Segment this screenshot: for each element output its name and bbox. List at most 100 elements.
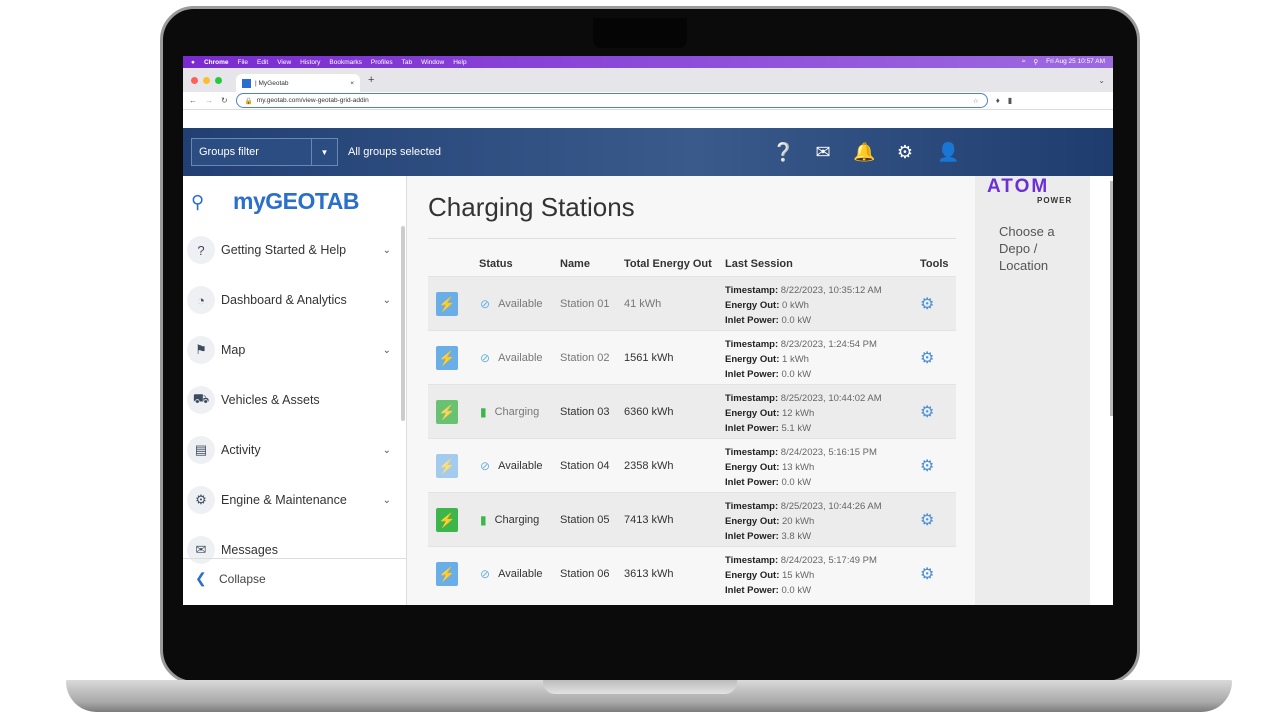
sidebar-item-map[interactable]: ⚑ Map ⌄ — [187, 332, 399, 368]
close-window-button[interactable] — [191, 76, 198, 84]
last-session: Timestamp: 8/25/2023, 10:44:02 AM Energy… — [725, 391, 882, 436]
bell-icon[interactable]: 🔔 — [853, 142, 875, 163]
sidebar-icon[interactable]: ▮ — [1008, 96, 1012, 105]
table-row[interactable]: ⚡ ⊘ Available Station 01 41 kWh Timestamp… — [428, 276, 956, 330]
page-title: Charging Stations — [428, 192, 635, 222]
address-bar-row: ← → ↻ 🔒 my.geotab.com/view-geotab-grid-ad… — [183, 92, 1113, 110]
table-row[interactable]: ⚡ ⊘ Available Station 02 1561 kWh Timesta… — [428, 330, 956, 384]
menu-tab[interactable]: Tab — [402, 59, 412, 66]
inlet-power-label: Inlet Power: — [725, 477, 779, 488]
minimize-window-button[interactable] — [203, 76, 210, 84]
menu-file[interactable]: File — [238, 59, 248, 66]
browser-tab[interactable]: | MyGeotab × — [236, 74, 360, 92]
wifi-icon[interactable]: ≈ — [1022, 58, 1026, 66]
sidebar-item-messages[interactable]: ✉ Messages — [187, 532, 399, 568]
gear-icon[interactable]: ⚙ — [920, 294, 934, 314]
timestamp-label: Timestamp: — [725, 447, 779, 458]
menu-chrome[interactable]: Chrome — [204, 59, 229, 66]
gear-icon[interactable]: ⚙ — [920, 510, 934, 530]
total-energy: 2358 kWh — [624, 460, 674, 472]
pie-chart-icon: ◔ — [187, 286, 215, 314]
menu-bookmarks[interactable]: Bookmarks — [329, 59, 362, 66]
status-text: Charging — [494, 514, 540, 526]
energy-out-value: 20 kWh — [782, 516, 815, 527]
gear-icon[interactable]: ⚙ — [920, 402, 934, 422]
url-input[interactable]: 🔒 my.geotab.com/view-geotab-grid-addin ☆ — [235, 93, 988, 108]
reload-icon[interactable]: ↻ — [221, 96, 228, 105]
table-row[interactable]: ⚡ ⊘ Available Station 06 3613 kWh Timesta… — [428, 546, 956, 600]
search-icon[interactable]: ⚲ — [191, 192, 204, 213]
energy-out-label: Energy Out: — [725, 570, 780, 581]
forward-icon[interactable]: → — [205, 96, 213, 105]
last-session: Timestamp: 8/24/2023, 5:17:49 PM Energy … — [725, 553, 877, 598]
menu-profiles[interactable]: Profiles — [371, 59, 393, 66]
close-tab-icon[interactable]: × — [350, 80, 354, 87]
status-text: Available — [498, 352, 543, 364]
timestamp-value: 8/23/2023, 1:24:54 PM — [780, 339, 877, 350]
menu-view[interactable]: View — [277, 59, 291, 66]
mac-menubar: ● Chrome File Edit View History Bookmarks Prof… — [183, 56, 1113, 68]
chevron-down-icon[interactable]: ⌄ — [383, 495, 391, 506]
menu-history[interactable]: History — [300, 59, 320, 66]
lock-icon: 🔒 — [244, 97, 253, 105]
chevron-down-icon[interactable]: ⌄ — [383, 345, 391, 356]
search-icon[interactable]: ⚲ — [1033, 58, 1038, 66]
page-scrollbar[interactable] — [1110, 181, 1113, 416]
menu-window[interactable]: Window — [421, 59, 444, 66]
sidebar-scrollbar[interactable] — [401, 226, 405, 421]
inlet-power-label: Inlet Power: — [725, 369, 779, 380]
user-icon[interactable]: 👤 — [937, 142, 959, 163]
tab-list-chevron-icon[interactable]: ⌄ — [1098, 76, 1105, 85]
sidebar-item-getting-started-help[interactable]: ? Getting Started & Help ⌄ — [187, 232, 399, 268]
column-header-total-energy: Total Energy Out — [624, 258, 712, 270]
timestamp-label: Timestamp: — [725, 339, 779, 350]
table-row[interactable]: ⚡ ▮ Charging Station 03 6360 kWh Timestam… — [428, 384, 956, 438]
collapse-button[interactable]: Collapse — [219, 572, 266, 586]
menu-edit[interactable]: Edit — [257, 59, 268, 66]
chevron-down-icon[interactable]: ⌄ — [383, 445, 391, 456]
gear-icon[interactable]: ⚙ — [920, 456, 934, 476]
sidebar-item-activity[interactable]: ▤ Activity ⌄ — [187, 432, 399, 468]
timestamp-label: Timestamp: — [725, 501, 779, 512]
station-name: Station 01 — [560, 298, 610, 310]
table-row[interactable]: ⚡ ▮ Charging Station 05 7413 kWh Timestam… — [428, 492, 956, 546]
groups-filter-dropdown[interactable]: Groups filter ▼ — [191, 138, 338, 166]
depo-location-selector[interactable]: Choose a Depo / Location — [999, 223, 1079, 274]
total-energy: 1561 kWh — [624, 352, 674, 364]
chevron-down-icon[interactable]: ⌄ — [383, 295, 391, 306]
maximize-window-button[interactable] — [215, 76, 222, 84]
groups-filter-label: Groups filter — [199, 146, 259, 158]
extensions-icon[interactable]: ♦ — [996, 96, 1000, 105]
groups-selected-text: All groups selected — [348, 146, 441, 158]
gear-icon[interactable]: ⚙ — [920, 564, 934, 584]
clock[interactable]: Fri Aug 25 10:57 AM — [1046, 58, 1105, 66]
mail-icon[interactable]: ✉ — [812, 142, 834, 163]
apple-icon[interactable]: ● — [191, 59, 195, 66]
laptop-base-notch — [543, 680, 737, 694]
timestamp-label: Timestamp: — [725, 285, 779, 296]
inlet-power-value: 0.0 kW — [781, 477, 812, 488]
status-text: Available — [498, 460, 543, 472]
sidebar-item-label: Messages — [221, 543, 278, 557]
chevron-down-icon[interactable]: ⌄ — [383, 245, 391, 256]
station-name: Station 04 — [560, 460, 610, 472]
chevron-down-icon: ▼ — [311, 139, 337, 165]
sidebar-item-dashboard-analytics[interactable]: ◔ Dashboard & Analytics ⌄ — [187, 282, 399, 318]
charging-station-icon: ⚡ — [436, 562, 458, 586]
menu-help[interactable]: Help — [453, 59, 466, 66]
table-row[interactable]: ⚡ ⊘ Available Station 04 2358 kWh Timesta… — [428, 438, 956, 492]
energy-out-label: Energy Out: — [725, 300, 780, 311]
gear-icon[interactable]: ⚙ — [920, 348, 934, 368]
tab-title: | MyGeotab — [255, 79, 289, 87]
new-tab-button[interactable]: + — [368, 74, 374, 86]
back-icon[interactable]: ← — [189, 96, 197, 105]
sidebar-item-engine-maintenance[interactable]: ⚙ Engine & Maintenance ⌄ — [187, 482, 399, 518]
last-session: Timestamp: 8/23/2023, 1:24:54 PM Energy … — [725, 337, 877, 382]
gear-icon[interactable]: ⚙ — [894, 142, 916, 163]
chevron-left-icon[interactable]: ❮ — [195, 570, 207, 587]
inlet-power-value: 0.0 kW — [781, 315, 812, 326]
sidebar-item-vehicles-assets[interactable]: ⛟ Vehicles & Assets — [187, 382, 399, 418]
unplugged-icon: ⊘ — [480, 567, 491, 581]
help-icon[interactable]: ❔ — [772, 142, 794, 163]
bookmark-star-icon[interactable]: ☆ — [973, 97, 979, 105]
